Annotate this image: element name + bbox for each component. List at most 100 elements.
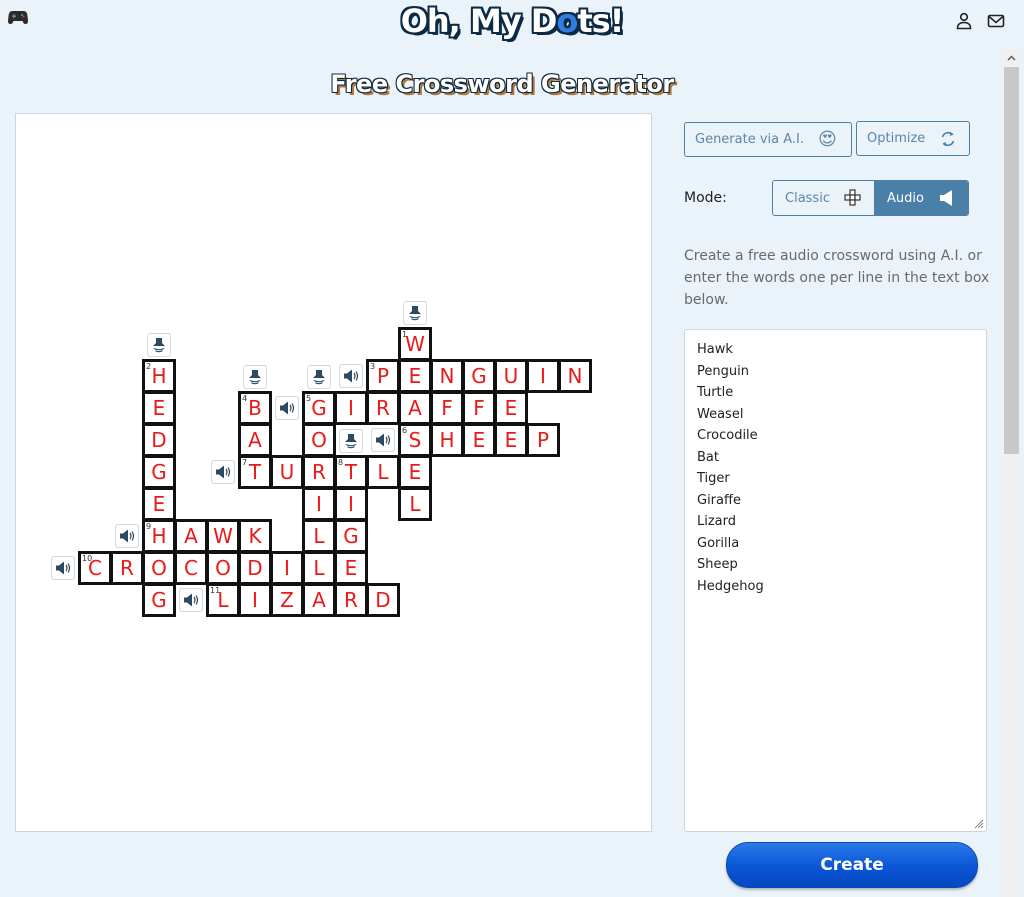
play-clue-across-icon[interactable]	[339, 364, 363, 388]
crossword-cell[interactable]: G	[462, 359, 496, 393]
play-clue-down-icon[interactable]	[403, 301, 427, 325]
play-clue-across-icon[interactable]	[275, 396, 299, 420]
crossword-cell[interactable]: A	[174, 519, 208, 553]
crossword-cell[interactable]: E	[142, 391, 176, 425]
crossword-cell[interactable]: U	[270, 455, 304, 489]
crossword-cell[interactable]: I	[334, 391, 368, 425]
crossword-cell[interactable]: U	[494, 359, 528, 393]
play-clue-across-icon[interactable]	[179, 588, 203, 612]
cell-letter: W	[213, 524, 233, 548]
cell-letter: A	[312, 588, 326, 612]
crossword-cell[interactable]: F	[462, 391, 496, 425]
play-clue-across-icon[interactable]	[371, 428, 395, 452]
crossword-cell[interactable]: G	[142, 583, 176, 617]
scroll-up-arrow-icon[interactable]	[1003, 50, 1020, 66]
crossword-cell[interactable]: K	[238, 519, 272, 553]
crossword-cell[interactable]: O	[302, 423, 336, 457]
scroll-thumb[interactable]	[1004, 67, 1019, 454]
crossword-cell[interactable]: 6S	[398, 423, 432, 457]
crossword-cell[interactable]: E	[142, 487, 176, 521]
crossword-cell[interactable]: E	[398, 455, 432, 489]
crossword-cell[interactable]: N	[430, 359, 464, 393]
play-clue-down-icon[interactable]	[339, 429, 363, 453]
cell-letter: L	[313, 556, 325, 580]
crossword-cell[interactable]: W	[206, 519, 240, 553]
cell-letter: E	[408, 460, 422, 484]
crossword-cell[interactable]: 10 C	[78, 551, 112, 585]
page-scrollbar[interactable]	[1003, 50, 1020, 897]
crossword-cell[interactable]: N	[558, 359, 592, 393]
crossword-cell[interactable]: 1W	[398, 327, 432, 361]
crossword-cell[interactable]: R	[110, 551, 144, 585]
crossword-cell[interactable]: L	[302, 519, 336, 553]
crossword-cell[interactable]: I	[238, 583, 272, 617]
word-list-textarea[interactable]: Hawk Penguin Turtle Weasel Crocodile Bat Tiger…	[684, 329, 987, 832]
crossword-cell[interactable]: E	[494, 391, 528, 425]
crossword-cell[interactable]: 5G	[302, 391, 336, 425]
mode-audio-option[interactable]: Audio	[874, 181, 968, 215]
generate-ai-button[interactable]: Generate via A.I. 😍	[684, 122, 852, 157]
optimize-label: Optimize	[867, 131, 926, 146]
crossword-cell[interactable]: L	[398, 487, 432, 521]
crossword-cell[interactable]: E	[398, 359, 432, 393]
crossword-cell[interactable]: 8T	[334, 455, 368, 489]
clue-number: 2	[146, 362, 152, 371]
crossword-cell[interactable]: 4B	[238, 391, 272, 425]
play-clue-across-icon[interactable]	[51, 556, 75, 580]
cell-letter: R	[120, 556, 134, 580]
cell-letter: Z	[280, 588, 294, 612]
crossword-cell[interactable]: E	[334, 551, 368, 585]
crossword-cell[interactable]: L	[302, 551, 336, 585]
optimize-button[interactable]: Optimize	[856, 121, 970, 156]
cell-letter: E	[504, 396, 518, 420]
crossword-cell[interactable]: I	[302, 487, 336, 521]
word-list-lines: Hawk Penguin Turtle Weasel Crocodile Bat Tiger…	[697, 339, 974, 597]
cell-letter: H	[151, 524, 167, 548]
crossword-cell[interactable]: A	[302, 583, 336, 617]
crossword-cell[interactable]: D	[366, 583, 400, 617]
user-icon[interactable]	[955, 12, 973, 30]
crossword-cell[interactable]: P	[526, 423, 560, 457]
crossword-cell[interactable]: D	[238, 551, 272, 585]
crossword-cell[interactable]: I	[270, 551, 304, 585]
crossword-cell[interactable]: O	[206, 551, 240, 585]
crossword-cell[interactable]: G	[142, 455, 176, 489]
play-clue-down-icon[interactable]	[147, 333, 171, 357]
crossword-cell[interactable]: L	[366, 455, 400, 489]
crossword-cell[interactable]: 11 L	[206, 583, 240, 617]
crossword-cell[interactable]: E	[462, 423, 496, 457]
mode-classic-option[interactable]: Classic	[773, 181, 874, 215]
crossword-cell[interactable]: I	[526, 359, 560, 393]
crossword-cell[interactable]: A	[238, 423, 272, 457]
crossword-cell[interactable]: R	[366, 391, 400, 425]
crossword-cell[interactable]: H	[430, 423, 464, 457]
crossword-cell[interactable]: 7T	[238, 455, 272, 489]
crossword-cell[interactable]: 2H	[142, 359, 176, 393]
site-logo[interactable]: Oh, My Dots!	[0, 2, 1024, 40]
crossword-cell[interactable]: 9H	[142, 519, 176, 553]
mail-icon[interactable]	[987, 12, 1005, 30]
play-clue-across-icon[interactable]	[115, 524, 139, 548]
crossword-cell[interactable]: G	[334, 519, 368, 553]
crossword-cell[interactable]: F	[430, 391, 464, 425]
crossword-cell[interactable]: 3P	[366, 359, 400, 393]
crossword-board: 1WEA6SEL2HEDGE9HOG3PNGUIN4BA7T5GIRFFEORI…	[15, 113, 652, 832]
create-button[interactable]: Create	[726, 842, 978, 888]
crossword-cell[interactable]: D	[142, 423, 176, 457]
cell-letter: P	[376, 364, 390, 388]
play-clue-down-icon[interactable]	[243, 365, 267, 389]
cell-letter: A	[184, 524, 198, 548]
crossword-cell[interactable]: C	[174, 551, 208, 585]
crossword-cell[interactable]: O	[142, 551, 176, 585]
resize-handle-icon[interactable]	[972, 817, 984, 829]
crossword-cell[interactable]: I	[334, 487, 368, 521]
crossword-cell[interactable]: A	[398, 391, 432, 425]
play-clue-down-icon[interactable]	[307, 365, 331, 389]
cell-letter: I	[348, 396, 354, 420]
crossword-cell[interactable]: E	[494, 423, 528, 457]
play-clue-across-icon[interactable]	[211, 460, 235, 484]
crossword-cell[interactable]: Z	[270, 583, 304, 617]
crossword-cell[interactable]: R	[334, 583, 368, 617]
cell-letter: K	[248, 524, 262, 548]
crossword-cell[interactable]: R	[302, 455, 336, 489]
